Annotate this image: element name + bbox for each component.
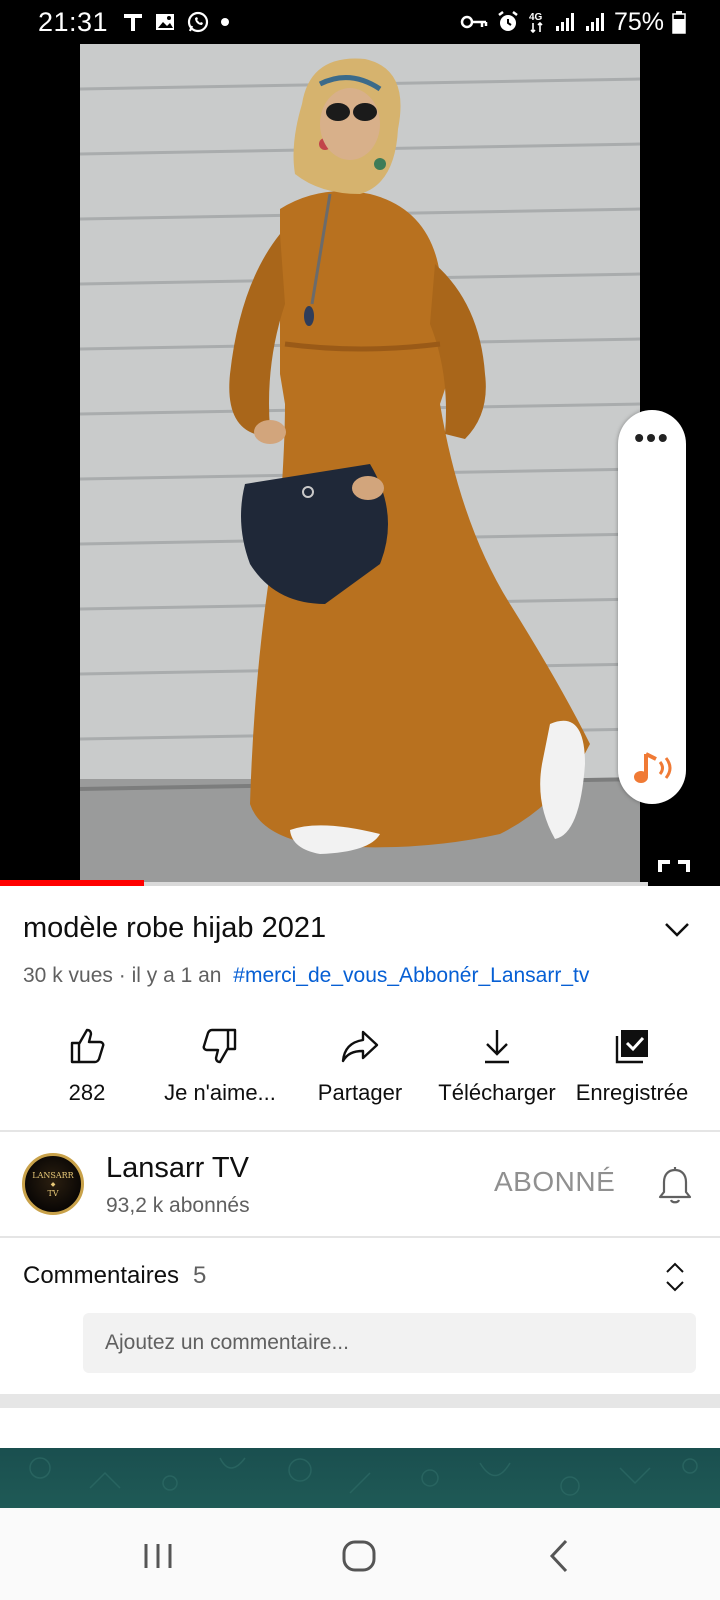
dislike-label: Je n'aime...	[164, 1080, 276, 1105]
view-count: 30 k vues	[23, 964, 113, 987]
back-icon[interactable]	[540, 1536, 580, 1576]
channel-name[interactable]: Lansarr TV	[106, 1152, 249, 1185]
progress-fill	[0, 880, 144, 886]
subscriber-count: 93,2 k abonnés	[106, 1194, 250, 1217]
upload-age: il y a 1 an	[131, 964, 222, 987]
saved-icon	[615, 1030, 648, 1064]
signal-icon	[554, 11, 576, 33]
action-bar: 282 Je n'aime... Partager Télécharger En…	[0, 1020, 720, 1120]
comments-count: 5	[193, 1262, 207, 1289]
comment-input[interactable]	[83, 1313, 696, 1373]
like-button[interactable]: 282	[17, 1020, 157, 1106]
status-time: 21:31	[38, 6, 109, 37]
fullscreen-icon[interactable]	[658, 860, 690, 886]
section-separator	[0, 1394, 720, 1408]
more-menu-icon[interactable]: •••	[618, 424, 686, 452]
share-button[interactable]: Partager	[290, 1020, 430, 1106]
recent-apps-icon[interactable]	[138, 1536, 178, 1576]
divider	[0, 1236, 720, 1238]
title-row[interactable]: modèle robe hijab 2021	[23, 912, 703, 952]
whatsapp-icon	[186, 10, 210, 34]
comments-label: Commentaires	[23, 1262, 180, 1289]
save-label: Enregistrée	[575, 1080, 689, 1105]
bell-icon[interactable]	[657, 1166, 693, 1206]
divider	[0, 1130, 720, 1132]
subscribe-button[interactable]: ABONNÉ	[494, 1166, 615, 1198]
avatar-ornament: ◆	[50, 1180, 56, 1188]
next-content-preview[interactable]	[0, 1448, 720, 1508]
thumbs-down-icon	[202, 1028, 237, 1064]
gallery-icon	[154, 11, 176, 33]
meta-separator: ·	[112, 964, 132, 987]
signal-icon	[584, 11, 606, 33]
like-count: 282	[68, 1080, 106, 1105]
expand-collapse-icon[interactable]	[664, 1260, 686, 1294]
avatar-text-top: LANSARR	[32, 1170, 74, 1180]
dislike-button[interactable]: Je n'aime...	[150, 1020, 290, 1106]
status-bar: 21:31 4G 75%	[0, 0, 720, 44]
battery-percent: 75%	[613, 7, 664, 36]
download-label: Télécharger	[438, 1080, 556, 1105]
save-button[interactable]: Enregistrée	[562, 1020, 702, 1106]
avatar-text-bottom: TV	[47, 1188, 59, 1198]
share-label: Partager	[317, 1080, 403, 1105]
download-button[interactable]: Télécharger	[427, 1020, 567, 1106]
avatar[interactable]: LANSARR ◆ TV	[22, 1153, 84, 1215]
thumbs-up-icon	[70, 1028, 105, 1064]
chevron-down-icon[interactable]	[663, 920, 691, 940]
dot-icon	[220, 17, 230, 27]
edge-panel[interactable]: •••	[618, 410, 686, 804]
video-meta: 30 k vues · il y a 1 an #merci_de_vous_A…	[23, 964, 589, 988]
t-icon	[122, 11, 144, 33]
network-label: 4G	[529, 12, 543, 23]
video-player[interactable]	[0, 44, 720, 886]
video-frame	[80, 44, 640, 882]
share-icon	[341, 1030, 379, 1063]
comments-header[interactable]: Commentaires 5	[23, 1262, 206, 1290]
download-icon	[485, 1030, 509, 1064]
hashtag-link[interactable]: #merci_de_vous_Abbonér_Lansarr_tv	[233, 964, 589, 987]
system-nav-bar	[0, 1508, 720, 1600]
video-title: modèle robe hijab 2021	[23, 912, 327, 944]
vpn-key-icon	[460, 13, 488, 31]
music-note-icon[interactable]	[630, 748, 676, 788]
battery-icon	[672, 10, 686, 34]
4g-icon: 4G	[528, 10, 546, 34]
home-icon[interactable]	[339, 1536, 379, 1576]
alarm-icon	[496, 10, 520, 34]
